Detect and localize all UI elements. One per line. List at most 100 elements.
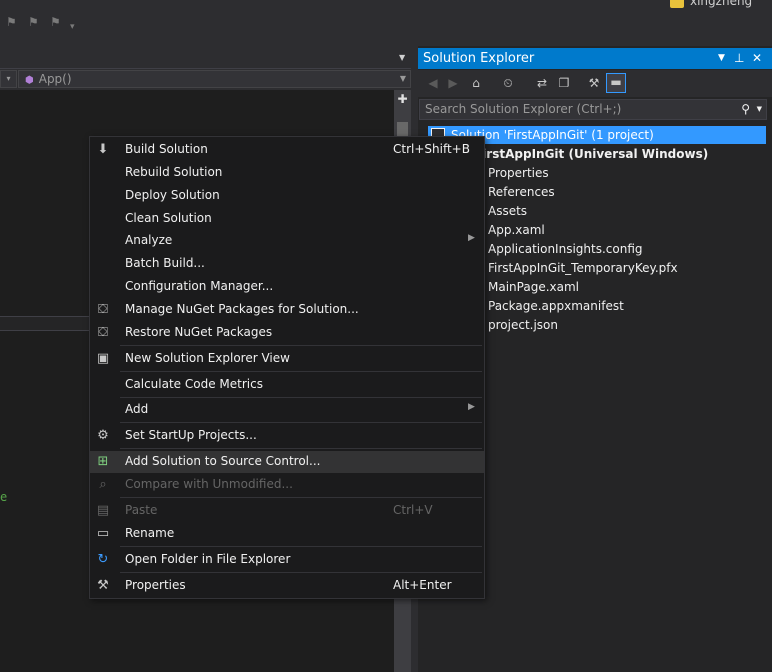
home-icon[interactable]: ⌂ [468,75,484,91]
menu-item-restore-nuget[interactable]: ⛋ Restore NuGet Packages [90,322,484,344]
solution-explorer-titlebar: Solution Explorer ▼ ⊥ ✕ [418,48,772,69]
menu-separator [120,345,482,346]
paste-icon: ▤ [96,503,110,518]
menu-item-label: Configuration Manager... [125,279,274,293]
properties-wrench-icon[interactable]: ⚒ [586,75,602,91]
rename-icon: ▭ [96,526,110,541]
tree-item-app-xaml[interactable]: App.xaml [488,223,545,237]
menu-item-paste[interactable]: ▤ Paste Ctrl+V [90,500,484,522]
tree-item-appxmanifest[interactable]: Package.appxmanifest [488,299,624,313]
member-dropdown[interactable]: ⬢ App() ▼ [18,70,411,88]
tree-item-mainpage-xaml[interactable]: MainPage.xaml [488,280,579,294]
title-toolbar-area: ⚑ ⚑ ⚑ ▾ xingzheng [0,0,772,46]
submenu-arrow-icon: ▶ [468,402,475,412]
compare-icon: ⌕ [99,477,107,492]
editor-splitter[interactable] [0,316,90,331]
menu-item-clean-solution[interactable]: Clean Solution [90,208,484,230]
menu-item-open-folder[interactable]: ↻ Open Folder in File Explorer [90,549,484,571]
close-icon[interactable]: ✕ [752,48,762,69]
menu-item-rebuild-solution[interactable]: Rebuild Solution [90,162,484,184]
tree-item-properties[interactable]: Properties [488,166,549,180]
source-control-add-icon: ⊞ [97,454,109,469]
menu-item-label: Add [125,402,149,416]
tree-item-assets[interactable]: Assets [488,204,527,218]
toolbar-overflow-icon[interactable]: ▾ [70,22,75,32]
menu-separator [120,448,482,449]
tree-item-references[interactable]: References [488,185,555,199]
bookmark-clear-icon[interactable]: ⚑ [50,15,61,29]
menu-item-add-to-source-control[interactable]: ⊞ Add Solution to Source Control... [90,451,484,473]
solution-explorer-toolbar: ◀ ▶ ⌂ ⏲ ⇄ ❐ ⚒ ▬ [418,70,772,97]
bookmark-prev-icon[interactable]: ⚑ [6,15,17,29]
menu-separator [120,497,482,498]
menu-item-set-startup[interactable]: ⚙ Set StartUp Projects... [90,425,484,447]
menu-item-label: Calculate Code Metrics [125,377,263,391]
menu-separator [120,397,482,398]
menu-item-label: Compare with Unmodified... [125,477,293,491]
menu-item-shortcut: Ctrl+V [393,503,433,517]
window-position-dropdown-icon[interactable]: ▼ [718,48,725,69]
menu-item-manage-nuget[interactable]: ⛋ Manage NuGet Packages for Solution... [90,299,484,321]
preview-selected-items-icon[interactable]: ▬ [606,73,626,93]
user-name[interactable]: xingzheng [690,0,752,8]
collapse-all-icon[interactable]: ❐ [556,75,572,91]
pending-changes-filter-icon[interactable]: ⏲ [500,75,516,91]
menu-item-batch-build[interactable]: Batch Build... [90,253,484,275]
search-options-dropdown-icon[interactable]: ▼ [757,100,762,119]
tree-item-project[interactable]: FirstAppInGit (Universal Windows) [474,147,708,161]
editor-tab-strip [0,46,415,68]
bookmark-next-icon[interactable]: ⚑ [28,15,39,29]
menu-item-label: Analyze [125,233,173,247]
gear-icon: ⚙ [97,428,109,443]
menu-item-new-se-view[interactable]: ▣ New Solution Explorer View [90,348,484,370]
menu-item-label: Deploy Solution [125,188,220,202]
menu-item-label: Rename [125,526,175,540]
back-icon[interactable]: ◀ [425,75,441,91]
member-dropdown-value: App() [38,72,72,86]
menu-item-label: Build Solution [125,142,208,156]
nuget-icon: ⛋ [98,302,108,317]
menu-item-rename[interactable]: ▭ Rename [90,523,484,545]
menu-item-add[interactable]: Add ▶ [90,399,484,421]
method-icon: ⬢ [25,75,34,86]
search-icon[interactable]: ⚲ [741,100,750,119]
tab-list-dropdown-icon[interactable]: ▼ [399,53,405,62]
search-placeholder: Search Solution Explorer (Ctrl+;) [425,102,622,116]
menu-item-code-metrics[interactable]: Calculate Code Metrics [90,374,484,396]
sync-with-document-icon[interactable]: ⇄ [534,75,550,91]
solution-explorer-search[interactable]: Search Solution Explorer (Ctrl+;) ⚲ ▼ [419,99,767,120]
menu-separator [120,572,482,573]
menu-item-configuration-manager[interactable]: Configuration Manager... [90,276,484,298]
menu-item-shortcut: Ctrl+Shift+B [393,142,470,156]
menu-item-deploy-solution[interactable]: Deploy Solution [90,185,484,207]
tree-item-project-json[interactable]: project.json [488,318,558,332]
menu-item-label: Clean Solution [125,211,212,225]
menu-separator [120,422,482,423]
forward-icon[interactable]: ▶ [445,75,461,91]
tree-item-appinsights-config[interactable]: ApplicationInsights.config [488,242,643,256]
menu-separator [120,371,482,372]
menu-item-shortcut: Alt+Enter [393,578,452,592]
menu-item-build-solution[interactable]: ⬇ Build Solution Ctrl+Shift+B [90,139,484,161]
menu-item-label: Rebuild Solution [125,165,223,179]
nuget-restore-icon: ⛋ [98,325,108,340]
menu-item-compare-unmodified[interactable]: ⌕ Compare with Unmodified... [90,474,484,496]
menu-item-label: Manage NuGet Packages for Solution... [125,302,359,316]
menu-item-label: Paste [125,503,158,517]
tree-item-temporary-key[interactable]: FirstAppInGit_TemporaryKey.pfx [488,261,678,275]
menu-item-label: New Solution Explorer View [125,351,290,365]
split-window-icon[interactable]: ✚ [396,92,409,106]
new-view-icon: ▣ [96,351,110,366]
type-dropdown[interactable]: ▾ [0,70,17,88]
menu-item-analyze[interactable]: Analyze ▶ [90,230,484,252]
menu-item-label: Properties [125,578,186,592]
wrench-icon: ⚒ [97,578,109,593]
pin-icon[interactable]: ⊥ [734,48,744,69]
chevron-down-icon: ▼ [399,74,406,83]
user-avatar[interactable] [670,0,684,8]
menu-item-properties[interactable]: ⚒ Properties Alt+Enter [90,575,484,597]
menu-item-label: Add Solution to Source Control... [125,454,321,468]
menu-item-label: Set StartUp Projects... [125,428,257,442]
menu-item-label: Open Folder in File Explorer [125,552,291,566]
code-text-fragment: e [0,490,8,504]
